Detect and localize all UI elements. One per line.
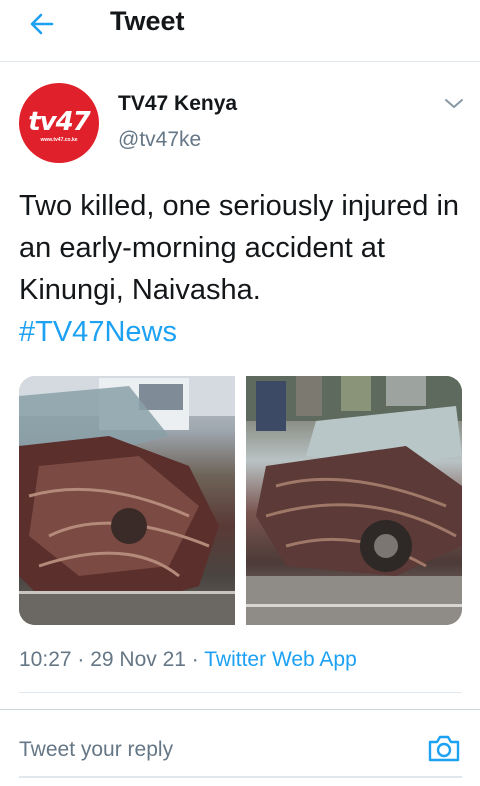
- tweet-meta: 10:27 · 29 Nov 21 · Twitter Web App: [19, 648, 357, 672]
- photo-2-image: [246, 376, 462, 625]
- tweet-text: Two killed, one seriously injured in an …: [19, 190, 460, 306]
- accident-photo-1[interactable]: [19, 376, 235, 625]
- chevron-down-icon: [445, 99, 463, 108]
- divider: [19, 692, 462, 693]
- camera-button[interactable]: [426, 732, 462, 764]
- reply-underline: [19, 776, 462, 778]
- avatar-url-text: www.tv47.co.ke: [40, 137, 78, 143]
- tweet-body: Two killed, one seriously injured in an …: [19, 185, 469, 353]
- avatar[interactable]: tv47 www.tv47.co.ke: [19, 83, 99, 163]
- camera-icon: [428, 735, 460, 762]
- hashtag-link[interactable]: #TV47News: [19, 316, 177, 348]
- meta-separator-2: ·: [185, 648, 205, 671]
- divider: [0, 709, 480, 710]
- meta-separator-1: ·: [71, 648, 91, 671]
- author-handle[interactable]: @tv47ke: [118, 128, 201, 152]
- reply-input[interactable]: [19, 733, 419, 767]
- page-title: Tweet: [110, 6, 185, 36]
- tweet-date: 29 Nov 21: [90, 648, 186, 671]
- back-button[interactable]: [26, 8, 58, 40]
- avatar-logo-text: tv47: [28, 107, 91, 137]
- photo-1-image: [19, 376, 235, 625]
- top-bar: Tweet: [0, 0, 480, 62]
- media-grid: [19, 376, 462, 625]
- accident-photo-2[interactable]: [246, 376, 462, 625]
- tweet-options-button[interactable]: [442, 95, 466, 113]
- tweet-source-link[interactable]: Twitter Web App: [204, 648, 357, 671]
- arrow-left-icon: [30, 13, 54, 35]
- author-display-name[interactable]: TV47 Kenya: [118, 92, 237, 116]
- tweet-time: 10:27: [19, 648, 72, 671]
